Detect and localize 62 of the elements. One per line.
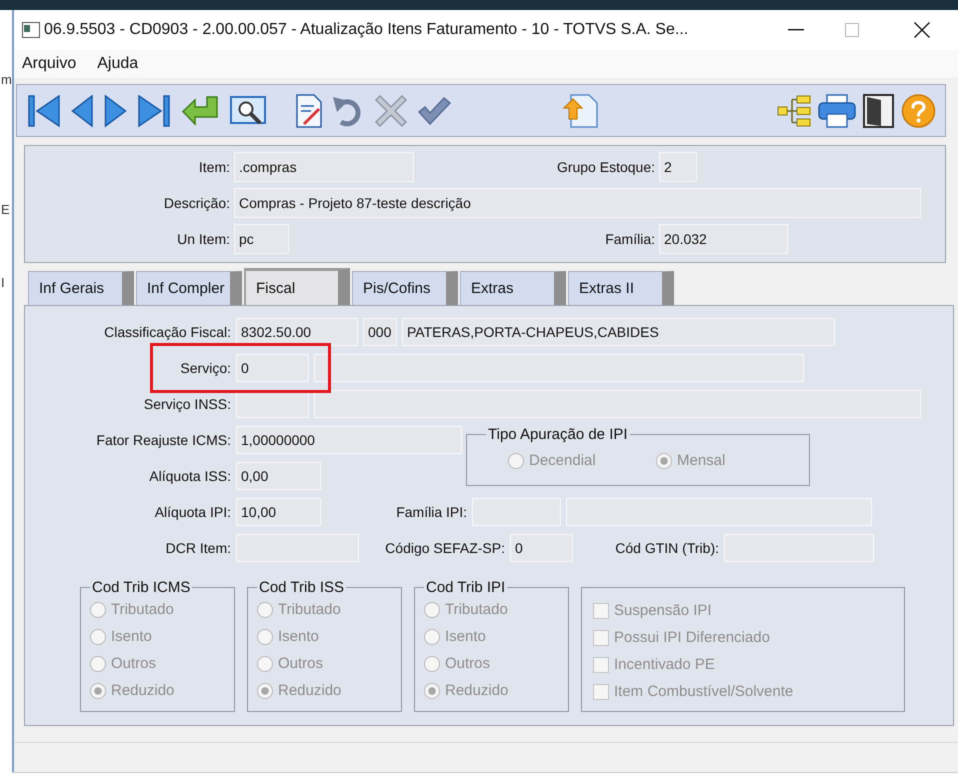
cut-off-text: I xyxy=(0,275,6,291)
input-field[interactable]: Compras - Projeto 87-teste descrição xyxy=(234,188,921,218)
cut-off-text: E xyxy=(0,202,11,218)
group-title: Cod Trib IPI xyxy=(425,579,506,596)
tab[interactable]: Inf Compler xyxy=(136,271,242,305)
document-up-arrow-icon[interactable] xyxy=(563,94,598,128)
first-record-icon[interactable] xyxy=(28,94,60,128)
field-label: Item: xyxy=(198,159,230,175)
group-title: Cod Trib ICMS xyxy=(91,579,192,596)
tab[interactable]: Extras II xyxy=(568,271,674,305)
field-label: Alíquota IPI: xyxy=(154,504,231,520)
tab[interactable]: Extras xyxy=(460,271,566,305)
input-field[interactable]: 2 xyxy=(659,152,697,182)
last-record-icon[interactable] xyxy=(138,94,170,128)
minimize-icon[interactable] xyxy=(788,29,804,31)
close-icon[interactable] xyxy=(914,22,930,38)
field-label: DCR Item: xyxy=(164,540,231,556)
input-field[interactable]: 0 xyxy=(236,354,309,382)
input-field[interactable]: pc xyxy=(234,224,289,254)
menu-item[interactable]: Ajuda xyxy=(97,55,138,73)
printer-icon[interactable] xyxy=(818,94,856,128)
field-label: Un Item: xyxy=(176,231,230,247)
input-field[interactable]: 0 xyxy=(510,534,573,562)
menu-item[interactable]: Arquivo xyxy=(22,55,76,73)
input-field[interactable]: 1,00000000 xyxy=(236,426,462,454)
field-label: Cód GTIN (Trib): xyxy=(614,540,719,556)
input-field[interactable]: 000 xyxy=(363,318,397,346)
input-field[interactable] xyxy=(314,354,804,382)
group-title: Cod Trib ISS xyxy=(258,579,346,596)
input-field[interactable]: 8302.50.00 xyxy=(236,318,358,346)
tree-icon[interactable] xyxy=(777,94,811,128)
group-title: Tipo Apuração de IPI xyxy=(487,426,629,443)
field-label: Serviço: xyxy=(179,360,231,376)
bent-arrow-icon[interactable] xyxy=(181,94,219,128)
app-icon xyxy=(22,22,40,38)
field-label: Família IPI: xyxy=(395,504,467,520)
field-label: Serviço INSS: xyxy=(142,396,231,412)
help-icon[interactable] xyxy=(901,94,936,128)
window-title: 06.9.5503 - CD0903 - 2.00.00.057 - Atualização Itens Faturamento - 10 - TOTVS S.A. Se... xyxy=(44,21,690,39)
field-label: Fator Reajuste ICMS: xyxy=(95,432,231,448)
input-field[interactable]: .compras xyxy=(234,152,414,182)
cut-off-text: m xyxy=(0,72,12,88)
maximize-icon[interactable] xyxy=(845,23,859,37)
field-label: Alíquota ISS: xyxy=(148,468,231,484)
input-field[interactable]: 0,00 xyxy=(236,462,321,490)
input-field[interactable]: PATERAS,PORTA-CHAPEUS,CABIDES xyxy=(402,318,835,346)
field-label: Grupo Estoque: xyxy=(556,159,655,175)
field-label: Código SEFAZ-SP: xyxy=(384,540,505,556)
cross-icon[interactable] xyxy=(374,94,408,128)
next-icon[interactable] xyxy=(104,94,127,128)
field-label: Classificação Fiscal: xyxy=(103,324,231,340)
input-field[interactable] xyxy=(314,390,921,418)
field-label: Família: xyxy=(604,231,655,247)
document-pen-icon[interactable] xyxy=(296,94,322,128)
input-field[interactable]: 10,00 xyxy=(236,498,321,526)
previous-icon[interactable] xyxy=(71,94,93,128)
tab[interactable]: Fiscal xyxy=(244,268,350,305)
door-icon[interactable] xyxy=(863,94,894,128)
tab[interactable]: Inf Gerais xyxy=(28,271,134,305)
input-field[interactable]: 20.032 xyxy=(659,224,788,254)
tab[interactable]: Pis/Cofins xyxy=(352,271,458,305)
field-label: Descrição: xyxy=(162,195,230,211)
